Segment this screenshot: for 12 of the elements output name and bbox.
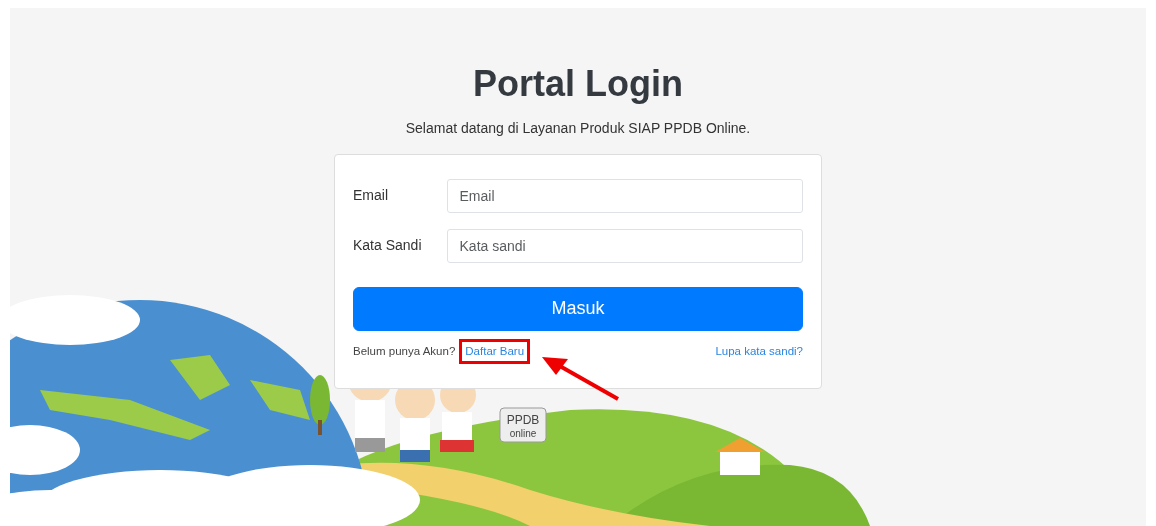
- subtitle: Selamat datang di Layanan Produk SIAP PPDB Online.: [405, 118, 751, 138]
- forgot-password-link[interactable]: Lupa kata sandi?: [715, 342, 803, 360]
- register-prompt: Belum punya Akun?: [353, 343, 456, 359]
- page-title: Portal Login: [473, 64, 683, 104]
- email-field[interactable]: Email: [446, 178, 803, 213]
- field-label: Email: [353, 186, 389, 206]
- register-link[interactable]: Daftar Baru: [465, 342, 525, 360]
- login-button[interactable]: Masuk: [353, 286, 803, 331]
- field-label: Kata Sandi: [353, 236, 423, 256]
- sign-text: PPDB: [506, 413, 540, 427]
- password-field[interactable]: Kata sandi: [446, 228, 803, 263]
- sign-text: online: [509, 428, 537, 439]
